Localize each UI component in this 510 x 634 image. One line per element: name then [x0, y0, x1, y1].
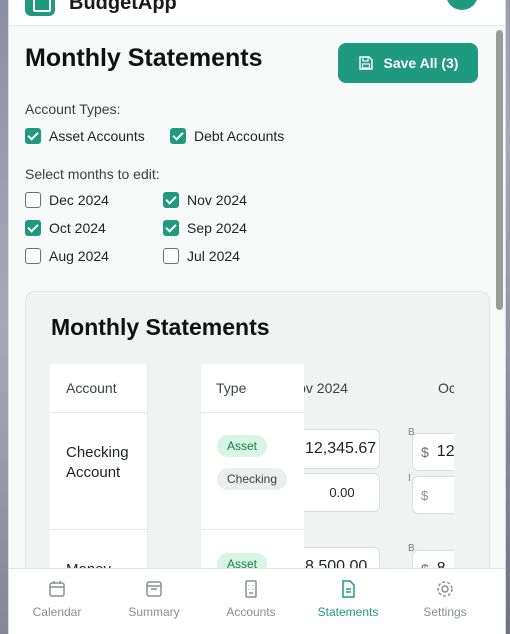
row-divider	[201, 529, 304, 530]
top-bar: BudgetApp	[9, 0, 505, 26]
row-divider	[50, 529, 147, 530]
oct-secondary-input[interactable]: $	[412, 476, 454, 514]
row-divider	[201, 412, 304, 413]
input-value: 0.00	[329, 485, 355, 500]
currency-prefix: $	[421, 444, 429, 460]
nov-secondary-input[interactable]: 0.00	[304, 473, 380, 512]
account-name: Checking Account	[66, 444, 129, 481]
nav-label: Accounts	[226, 605, 276, 619]
nav-label: Summary	[128, 605, 180, 619]
checkbox-box[interactable]	[25, 128, 41, 144]
calendar-icon	[49, 581, 65, 597]
nav-label: Statements	[317, 605, 379, 619]
document-icon	[342, 580, 355, 598]
checkbox-label: Sep 2024	[187, 220, 247, 236]
nav-label: Settings	[423, 605, 467, 619]
oct-balance-input[interactable]: $ 12	[412, 433, 454, 471]
checkbox-label: Jul 2024	[187, 248, 240, 264]
checkbox-box[interactable]	[25, 192, 41, 208]
save-all-button[interactable]: Save All (3)	[338, 43, 478, 83]
checkbox-asset-accounts[interactable]: Asset Accounts	[25, 128, 145, 144]
interest-label: I	[408, 473, 411, 484]
card-title: Monthly Statements	[51, 314, 270, 340]
checkbox-month-dec-2024[interactable]: Dec 2024	[25, 192, 109, 208]
bottom-nav: Calendar Summary Accounts Statements Set…	[9, 568, 505, 634]
row-divider	[50, 412, 147, 413]
nov-balance-input[interactable]: 12,345.67	[304, 429, 380, 469]
checkbox-box[interactable]	[25, 248, 41, 264]
checkbox-label: Oct 2024	[49, 220, 106, 236]
checkbox-box[interactable]	[25, 220, 41, 236]
app-window: BudgetApp Monthly Statements Save All (3…	[8, 0, 506, 634]
nav-item-calendar[interactable]: Calendar	[12, 579, 102, 619]
scrolled-headers: Nov 2024 Oct 2024	[304, 364, 454, 412]
app-title: BudgetApp	[69, 0, 177, 14]
scrollbar[interactable]	[496, 30, 503, 310]
avatar[interactable]	[446, 0, 478, 10]
checkbox-box[interactable]	[163, 220, 179, 236]
checkbox-month-sep-2024[interactable]: Sep 2024	[163, 220, 247, 236]
checkbox-label: Aug 2024	[49, 248, 109, 264]
checkbox-label: Nov 2024	[187, 192, 247, 208]
nav-item-settings[interactable]: Settings	[400, 579, 490, 619]
save-all-label: Save All (3)	[383, 55, 459, 71]
input-value: 12	[436, 443, 454, 460]
checkbox-box[interactable]	[170, 128, 186, 144]
account-types-label: Account Types:	[25, 101, 121, 117]
page-title: Monthly Statements	[25, 44, 263, 72]
checkbox-box[interactable]	[163, 248, 179, 264]
wallet-icon	[25, 0, 55, 16]
header-account: Account	[66, 380, 117, 396]
nav-label: Calendar	[32, 605, 82, 619]
checkbox-month-jul-2024[interactable]: Jul 2024	[163, 248, 240, 264]
checkbox-label: Dec 2024	[49, 192, 109, 208]
gear-icon	[437, 581, 453, 597]
checkbox-month-aug-2024[interactable]: Aug 2024	[25, 248, 109, 264]
header-nov-2024: Nov 2024	[304, 380, 348, 396]
subtype-badge: Checking	[217, 468, 288, 490]
summary-icon	[146, 581, 162, 597]
building-icon	[245, 580, 257, 598]
checkbox-label: Asset Accounts	[49, 128, 145, 144]
checkbox-month-nov-2024[interactable]: Nov 2024	[163, 192, 247, 208]
currency-prefix: $	[421, 487, 429, 503]
type-badge: Asset	[217, 435, 268, 457]
checkbox-month-oct-2024[interactable]: Oct 2024	[25, 220, 106, 236]
nav-item-accounts[interactable]: Accounts	[206, 579, 296, 619]
header-oct-2024: Oct 2024	[438, 380, 454, 396]
checkbox-label: Debt Accounts	[194, 128, 285, 144]
nav-item-summary[interactable]: Summary	[109, 579, 199, 619]
nav-item-statements[interactable]: Statements	[303, 579, 393, 619]
checkbox-box[interactable]	[163, 192, 179, 208]
save-icon	[358, 56, 373, 70]
header-type: Type	[216, 380, 247, 396]
checkbox-debt-accounts[interactable]: Debt Accounts	[170, 128, 284, 144]
input-value: 12,345.67	[305, 440, 377, 457]
months-label: Select months to edit:	[25, 166, 160, 182]
